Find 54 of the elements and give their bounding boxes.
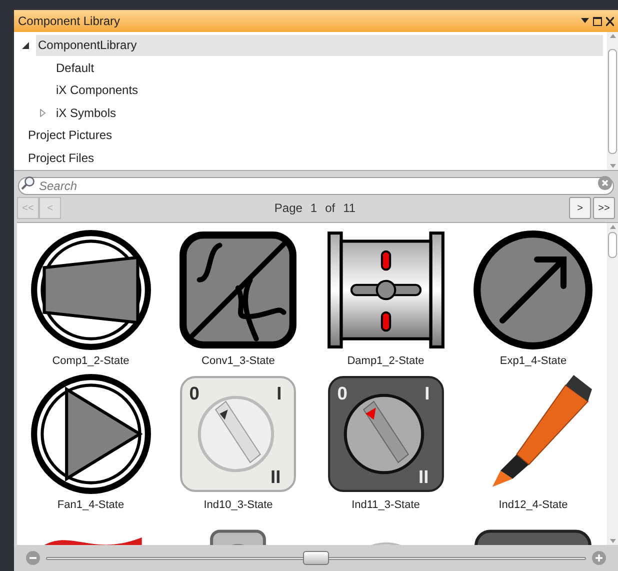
- search-field[interactable]: Search: [18, 176, 614, 194]
- scrollbar[interactable]: [607, 32, 618, 170]
- expanded-arrow-icon[interactable]: [22, 42, 29, 49]
- scrollbar-thumb[interactable]: [608, 48, 617, 154]
- scrollbar[interactable]: [607, 223, 618, 545]
- clear-icon[interactable]: [598, 176, 612, 190]
- compressor-icon[interactable]: [30, 229, 152, 351]
- zoom-in-icon[interactable]: [592, 551, 606, 565]
- switch-position-label: II: [270, 466, 281, 487]
- switch-position-label: I: [276, 382, 282, 404]
- tree-item[interactable]: iX Components: [54, 80, 140, 101]
- scroll-down-icon[interactable]: [610, 164, 616, 168]
- search-icon: [21, 176, 35, 190]
- damper-drawing[interactable]: [324, 229, 447, 351]
- next-page-button[interactable]: >: [569, 197, 591, 219]
- panel-title: Component Library: [18, 13, 120, 30]
- item-label: Conv1_3-State: [202, 354, 275, 369]
- item-label: Damp1_2-State: [347, 354, 424, 369]
- current-page: 1: [310, 200, 318, 217]
- item-label: Fan1_4-State: [57, 498, 124, 513]
- item-label: Comp1_2-State: [52, 354, 130, 369]
- play-circle-icon[interactable]: [30, 373, 152, 495]
- scroll-up-icon[interactable]: [610, 34, 616, 38]
- collapsed-arrow-icon[interactable]: [40, 108, 46, 117]
- selector-switch-icon[interactable]: [328, 376, 444, 492]
- switch-position-label: 0: [336, 382, 348, 404]
- switch-position-label: I: [424, 382, 430, 404]
- tree-item[interactable]: Project Pictures: [26, 124, 114, 146]
- arrow-circle-icon[interactable]: [472, 229, 594, 351]
- dropdown-icon[interactable]: [581, 18, 589, 24]
- switch-position-label: II: [418, 466, 428, 487]
- zoom-out-icon[interactable]: [26, 551, 40, 565]
- zoom-slider[interactable]: [46, 551, 586, 565]
- switch-position-label: 0: [189, 382, 200, 404]
- tree-item[interactable]: Default: [54, 57, 96, 78]
- tree-item[interactable]: Project Files: [26, 147, 96, 168]
- page-label: Page: [274, 200, 302, 217]
- item-label: Ind10_3-State: [204, 498, 273, 513]
- close-icon[interactable]: [606, 16, 614, 26]
- item-label: Exp1_4-State: [500, 354, 567, 369]
- tree-item[interactable]: ComponentLibrary: [36, 34, 603, 56]
- converter-icon[interactable]: [177, 229, 300, 351]
- scrollbar-thumb[interactable]: [608, 232, 617, 258]
- scroll-down-icon[interactable]: [610, 539, 616, 543]
- tree-item[interactable]: iX Symbols: [54, 102, 118, 124]
- item-label: Ind12_4-State: [498, 498, 568, 513]
- total-pages: 11: [343, 200, 356, 217]
- selector-switch-icon[interactable]: [180, 376, 296, 492]
- of-label: of: [325, 200, 336, 217]
- scroll-up-icon[interactable]: [610, 225, 616, 229]
- item-label: Ind11_3-State: [352, 498, 420, 513]
- maximize-icon[interactable]: [593, 16, 602, 26]
- slider-thumb[interactable]: [303, 551, 329, 565]
- last-page-button[interactable]: >>: [593, 197, 615, 219]
